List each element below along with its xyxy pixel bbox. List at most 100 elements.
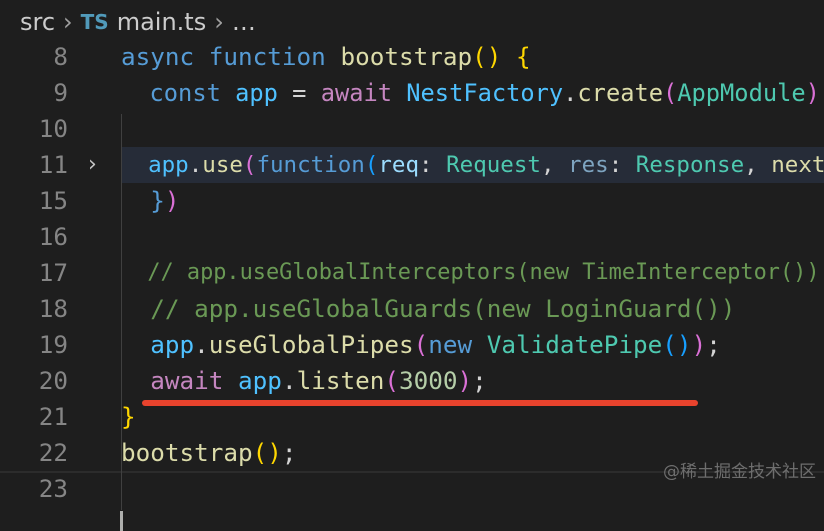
breadcrumb-item-src[interactable]: src: [20, 8, 55, 36]
fold-chevron-icon[interactable]: ›: [88, 147, 108, 183]
code-token: NestFactory: [406, 79, 564, 107]
code-token: app: [238, 366, 282, 395]
breadcrumb-item-file[interactable]: main.ts: [117, 8, 207, 36]
code-line[interactable]: 16: [0, 219, 824, 255]
code-token: (): [662, 330, 692, 359]
code-token: app: [150, 330, 195, 359]
code-token: create: [577, 79, 663, 107]
code-token: bootstrap: [121, 438, 253, 467]
code-token: .: [188, 152, 203, 178]
red-underline-annotation: [142, 400, 698, 406]
code-text: }): [121, 183, 824, 219]
code-token: .: [281, 366, 297, 395]
code-token: app: [235, 79, 278, 107]
line-number: 15: [38, 186, 68, 215]
code-token: (: [364, 152, 379, 178]
code-token: app: [148, 152, 189, 178]
code-token: :: [419, 152, 447, 178]
code-token: ): [805, 79, 820, 107]
code-line[interactable]: 9 const app = await NestFactory.create(A…: [0, 75, 824, 111]
line-number: 22: [38, 438, 68, 467]
code-token: use: [202, 152, 243, 178]
code-text: // app.useGlobalInterceptors(new TimeInt…: [121, 255, 824, 291]
code-token: ;: [706, 330, 721, 359]
code-token: // app.useGlobalInterceptors(new TimeInt…: [147, 260, 820, 285]
code-token: (: [242, 152, 257, 178]
text-cursor: [120, 511, 123, 531]
code-token: function: [208, 42, 341, 71]
code-token: function: [256, 152, 365, 178]
code-token: =: [277, 79, 321, 107]
code-line[interactable]: 18 // app.useGlobalGuards(new LoginGuard…: [0, 291, 824, 327]
line-number: 16: [38, 222, 68, 251]
code-token: 3000: [399, 366, 458, 395]
code-token: // app.useGlobalGuards(new LoginGuard()): [150, 294, 736, 323]
code-token: AppModule: [677, 79, 806, 107]
line-number: 8: [53, 42, 68, 71]
breadcrumb-item-symbols[interactable]: …: [232, 8, 256, 36]
code-token: await: [320, 79, 407, 107]
code-token: listen: [296, 366, 385, 395]
code-token: (: [413, 330, 429, 359]
line-number: 19: [38, 330, 68, 359]
line-number: 10: [38, 114, 68, 143]
code-token: ,: [744, 152, 772, 178]
line-number: 23: [38, 474, 68, 503]
line-number: 9: [53, 78, 68, 107]
code-token: useGlobalPipes: [208, 330, 414, 359]
code-line[interactable]: 19 app.useGlobalPipes(new ValidatePipe()…: [0, 327, 824, 363]
line-number: 20: [38, 366, 68, 395]
typescript-file-icon: TS: [80, 10, 109, 34]
code-token: async: [121, 42, 209, 71]
code-text: const app = await NestFactory.create(App…: [121, 75, 824, 111]
code-text: await app.listen(3000);: [121, 363, 824, 399]
code-token: (): [472, 42, 502, 71]
code-text: // app.useGlobalGuards(new LoginGuard()): [121, 291, 824, 327]
code-line[interactable]: 10: [0, 111, 824, 147]
code-line[interactable]: 8 async function bootstrap() {: [0, 39, 824, 75]
code-token: :: [608, 152, 636, 178]
code-text: async function bootstrap() {: [121, 39, 824, 75]
code-editor[interactable]: 23 22 bootstrap(); 21} 20 await app.listen(3…: [0, 39, 824, 531]
code-line[interactable]: 15 }): [0, 183, 824, 219]
code-token: Request: [446, 152, 541, 178]
code-token: next: [771, 152, 824, 178]
line-number: 11: [38, 150, 68, 179]
code-token: .: [194, 330, 209, 359]
code-token: new: [428, 330, 487, 359]
code-token: const: [149, 79, 236, 107]
code-token: ): [457, 366, 473, 395]
line-number: 17: [38, 258, 68, 287]
code-line[interactable]: 20 await app.listen(3000);: [0, 363, 824, 399]
code-token: ValidatePipe: [486, 330, 663, 359]
chevron-right-icon: ›: [214, 8, 224, 36]
code-token: ): [164, 186, 180, 215]
code-line[interactable]: 11 › app.use(function(req: Request, res: …: [0, 147, 824, 183]
indent-guide: [121, 114, 122, 510]
code-text: app.useGlobalPipes(new ValidatePipe());: [121, 327, 824, 363]
code-token: await: [150, 366, 239, 395]
code-token: req: [378, 152, 420, 178]
chevron-right-icon: ›: [63, 8, 73, 36]
code-token: bootstrap: [340, 42, 473, 71]
code-line[interactable]: 17 // app.useGlobalInterceptors(new Time…: [0, 255, 824, 291]
line-number: 18: [38, 294, 68, 323]
code-token: (: [384, 366, 399, 395]
code-token: ): [691, 330, 707, 359]
code-token: ;: [281, 438, 297, 467]
code-text: app.use(function(req: Request, res: Resp…: [121, 147, 824, 183]
code-token: ,: [540, 152, 569, 178]
line-number: 21: [38, 402, 68, 431]
code-token: {: [516, 42, 531, 71]
code-token: .: [563, 79, 578, 107]
watermark: @稀土掘金技术社区: [663, 462, 816, 482]
code-token: (: [663, 79, 678, 107]
